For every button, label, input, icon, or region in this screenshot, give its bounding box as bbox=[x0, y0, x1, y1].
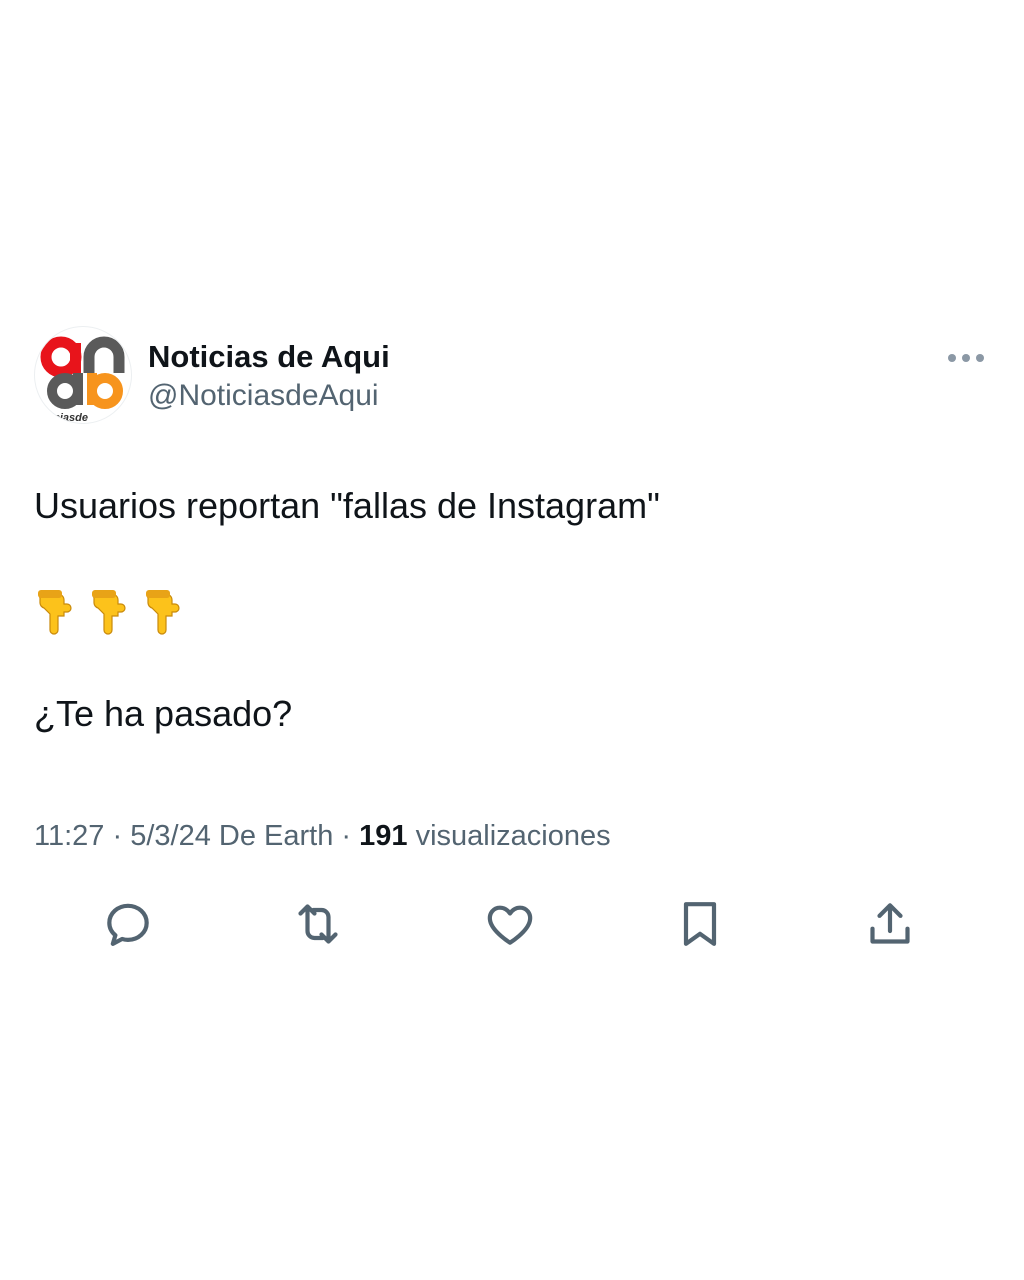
share-icon bbox=[870, 903, 910, 944]
views-count: 191 bbox=[359, 820, 408, 852]
reply-icon bbox=[107, 903, 149, 946]
more-options-button[interactable] bbox=[946, 346, 990, 370]
like-button[interactable] bbox=[480, 894, 540, 954]
pointing-down-emoji-icon bbox=[34, 588, 74, 638]
author-names: Noticias de Aqui @NoticiasdeAqui bbox=[148, 338, 390, 416]
svg-text:ticiasde: ticiasde bbox=[47, 412, 88, 423]
tweet-meta: 11:27 · 5/3/24 De Earth · 191 visualizac… bbox=[34, 818, 994, 854]
tweet-text-line-3: ¿Te ha pasado? bbox=[34, 693, 293, 734]
tweet-text: Usuarios reportan "fallas de Instagram" bbox=[34, 484, 994, 736]
retweet-icon bbox=[298, 904, 338, 944]
avatar[interactable]: ticiasde bbox=[34, 326, 132, 424]
bookmark-button[interactable] bbox=[670, 894, 730, 954]
tweet-actions bbox=[34, 894, 994, 954]
more-horizontal-icon bbox=[948, 354, 984, 362]
retweet-button[interactable] bbox=[288, 894, 348, 954]
tweet: ticiasde Noticias de Aqui @NoticiasdeAqu… bbox=[34, 326, 994, 954]
pointing-down-emoji-icon bbox=[142, 588, 182, 638]
tweet-time[interactable]: 11:27 bbox=[34, 820, 104, 852]
tweet-source: De Earth bbox=[218, 820, 334, 852]
author-display-name[interactable]: Noticias de Aqui bbox=[148, 338, 390, 376]
reply-button[interactable] bbox=[98, 894, 158, 954]
emoji-row bbox=[34, 588, 994, 640]
views-label: visualizaciones bbox=[415, 820, 611, 852]
heart-icon bbox=[487, 905, 533, 945]
tweet-text-line-1: Usuarios reportan "fallas de Instagram" bbox=[34, 485, 660, 526]
pointing-down-emoji-icon bbox=[88, 588, 128, 638]
tweet-date[interactable]: 5/3/24 bbox=[130, 820, 211, 852]
author-handle[interactable]: @NoticiasdeAqui bbox=[148, 376, 390, 416]
bookmark-icon bbox=[683, 902, 717, 946]
meta-separator: · bbox=[104, 820, 131, 852]
share-button[interactable] bbox=[860, 894, 920, 954]
noticias-de-aqui-logo: ticiasde bbox=[40, 336, 125, 423]
tweet-header: ticiasde Noticias de Aqui @NoticiasdeAqu… bbox=[34, 326, 994, 424]
meta-separator: · bbox=[333, 820, 360, 852]
